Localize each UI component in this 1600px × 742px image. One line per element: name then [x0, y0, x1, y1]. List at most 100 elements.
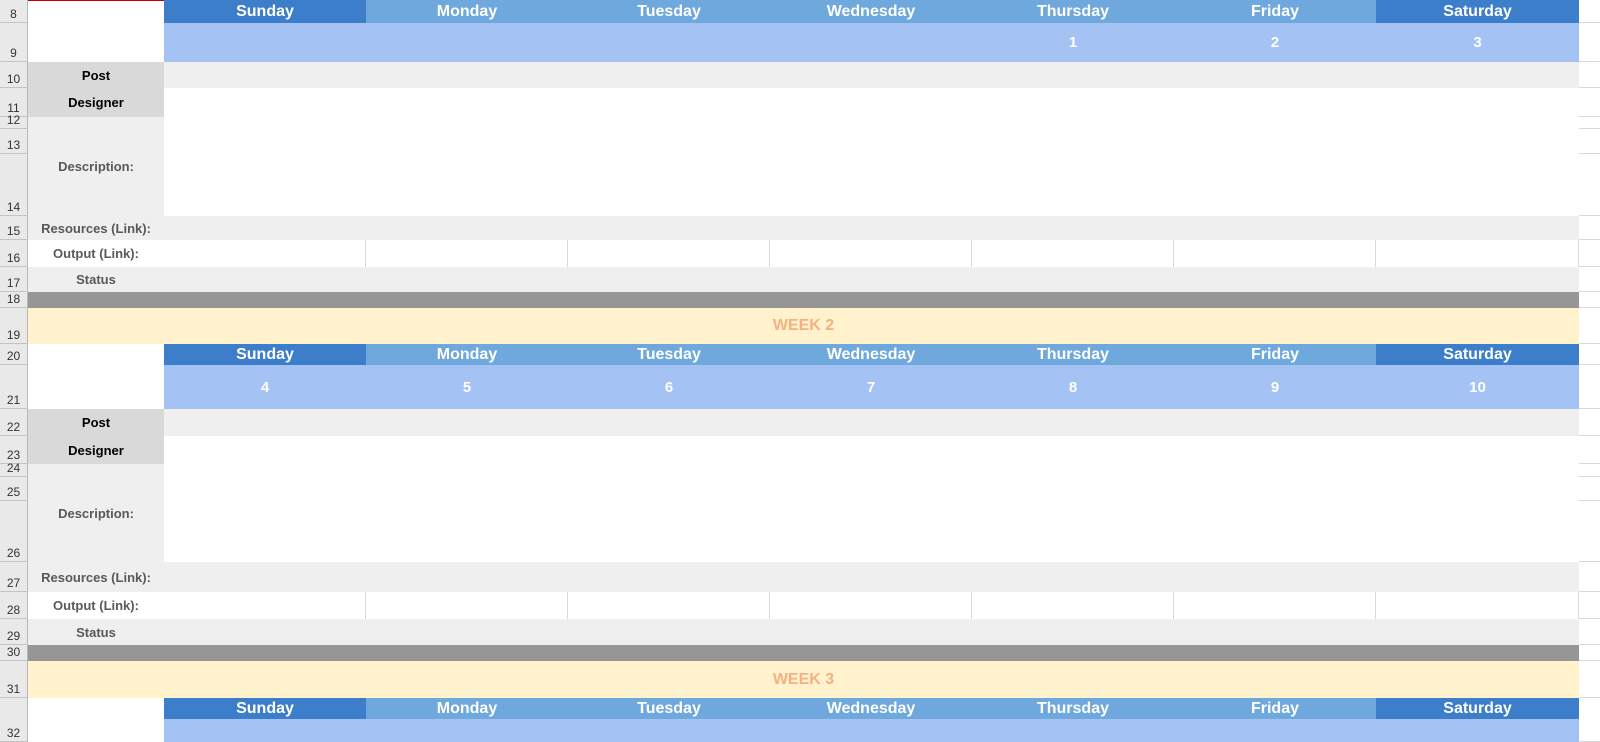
grid-cell[interactable] [1579, 0, 1600, 23]
row-header[interactable]: 18 [0, 292, 28, 308]
row-header[interactable]: 20 [0, 344, 28, 365]
date-cell[interactable]: 10 [1376, 365, 1579, 409]
output-link-cell[interactable] [1376, 592, 1579, 619]
output-link-cell[interactable] [568, 240, 770, 267]
grid-cell[interactable] [1579, 365, 1600, 409]
row-header[interactable]: 23 [0, 436, 28, 464]
post-row[interactable] [164, 62, 1579, 88]
output-link-cell[interactable] [164, 240, 366, 267]
output-link-cell[interactable] [972, 240, 1174, 267]
day-header-friday[interactable]: Friday [1174, 698, 1376, 719]
grid-cell[interactable] [1579, 129, 1600, 154]
day-header-saturday[interactable]: Saturday [1376, 344, 1579, 365]
output-link-cell[interactable] [366, 592, 568, 619]
date-cell[interactable] [1174, 719, 1376, 742]
grid-cell[interactable] [1579, 409, 1600, 436]
grid-cell[interactable] [1579, 292, 1600, 308]
status-row[interactable] [164, 619, 1579, 645]
grid-cell[interactable] [1579, 62, 1600, 88]
date-cell[interactable] [568, 23, 770, 62]
output-link-cell[interactable] [770, 240, 972, 267]
date-cell[interactable]: 5 [366, 365, 568, 409]
resources-row[interactable] [164, 562, 1579, 592]
day-header-thursday[interactable]: Thursday [972, 698, 1174, 719]
row-header[interactable]: 16 [0, 240, 28, 267]
row-header[interactable]: 27 [0, 562, 28, 592]
date-cell[interactable]: 2 [1174, 23, 1376, 62]
date-cell[interactable]: 6 [568, 365, 770, 409]
grid-cell[interactable] [1579, 267, 1600, 292]
post-row[interactable] [164, 409, 1579, 436]
grid-cell[interactable] [1579, 344, 1600, 365]
row-header[interactable]: 8 [0, 0, 28, 23]
day-header-monday[interactable]: Monday [366, 698, 568, 719]
date-cell[interactable] [164, 719, 366, 742]
date-cell[interactable]: 3 [1376, 23, 1579, 62]
date-cell[interactable] [770, 23, 972, 62]
grid-cell[interactable] [1579, 23, 1600, 62]
row-header[interactable]: 17 [0, 267, 28, 292]
day-header-tuesday[interactable]: Tuesday [568, 344, 770, 365]
row-header[interactable]: 22 [0, 409, 28, 436]
grid-cell[interactable] [1579, 308, 1600, 344]
row-header[interactable]: 15 [0, 216, 28, 240]
grid-cell[interactable] [1579, 619, 1600, 645]
date-cell[interactable]: 7 [770, 365, 972, 409]
date-cell[interactable] [770, 719, 972, 742]
grid-cell[interactable] [1579, 240, 1600, 267]
day-header-saturday[interactable]: Saturday [1376, 698, 1579, 719]
row-header[interactable]: 13 [0, 129, 28, 154]
grid-cell[interactable] [1579, 464, 1600, 477]
date-cell[interactable]: 8 [972, 365, 1174, 409]
day-header-friday[interactable]: Friday [1174, 344, 1376, 365]
date-cell[interactable]: 4 [164, 365, 366, 409]
day-header-sunday[interactable]: Sunday [164, 0, 366, 23]
day-header-tuesday[interactable]: Tuesday [568, 698, 770, 719]
row-header[interactable]: 12 [0, 113, 28, 129]
date-cell[interactable] [366, 719, 568, 742]
output-link-cell[interactable] [568, 592, 770, 619]
row-header[interactable]: 21 [0, 365, 28, 409]
day-header-wednesday[interactable]: Wednesday [770, 344, 972, 365]
row-header[interactable]: 30 [0, 645, 28, 661]
grid-cell[interactable] [1579, 477, 1600, 501]
day-header-thursday[interactable]: Thursday [972, 344, 1174, 365]
row-header[interactable]: 28 [0, 592, 28, 619]
row-header[interactable]: 31 [0, 661, 28, 698]
date-cell[interactable] [366, 23, 568, 62]
row-header[interactable]: 14 [0, 154, 28, 216]
day-header-saturday[interactable]: Saturday [1376, 0, 1579, 23]
output-link-cell[interactable] [1174, 592, 1376, 619]
output-link-cell[interactable] [1376, 240, 1579, 267]
grid-cell[interactable] [1579, 436, 1600, 464]
day-header-thursday[interactable]: Thursday [972, 0, 1174, 23]
grid-cell[interactable] [1579, 698, 1600, 742]
day-header-tuesday[interactable]: Tuesday [568, 0, 770, 23]
row-header[interactable]: 10 [0, 62, 28, 88]
output-link-cell[interactable] [1174, 240, 1376, 267]
grid-cell[interactable] [1579, 501, 1600, 562]
grid-cell[interactable] [1579, 216, 1600, 240]
date-cell[interactable]: 9 [1174, 365, 1376, 409]
status-row[interactable] [164, 267, 1579, 292]
day-header-monday[interactable]: Monday [366, 344, 568, 365]
row-header[interactable]: 9 [0, 23, 28, 62]
row-header[interactable]: 32 [0, 698, 28, 742]
grid-cell[interactable] [1579, 562, 1600, 592]
day-header-monday[interactable]: Monday [366, 0, 568, 23]
row-header[interactable]: 25 [0, 477, 28, 501]
row-header[interactable]: 19 [0, 308, 28, 344]
grid-cell[interactable] [1579, 88, 1600, 117]
day-header-sunday[interactable]: Sunday [164, 344, 366, 365]
row-header[interactable]: 24 [0, 461, 28, 477]
date-cell[interactable] [164, 23, 366, 62]
grid-cell[interactable] [1579, 645, 1600, 661]
date-cell[interactable] [568, 719, 770, 742]
day-header-friday[interactable]: Friday [1174, 0, 1376, 23]
row-header[interactable]: 26 [0, 501, 28, 562]
output-link-cell[interactable] [770, 592, 972, 619]
grid-cell[interactable] [1579, 592, 1600, 619]
row-header[interactable]: 29 [0, 619, 28, 645]
output-link-cell[interactable] [164, 592, 366, 619]
date-cell[interactable] [972, 719, 1174, 742]
